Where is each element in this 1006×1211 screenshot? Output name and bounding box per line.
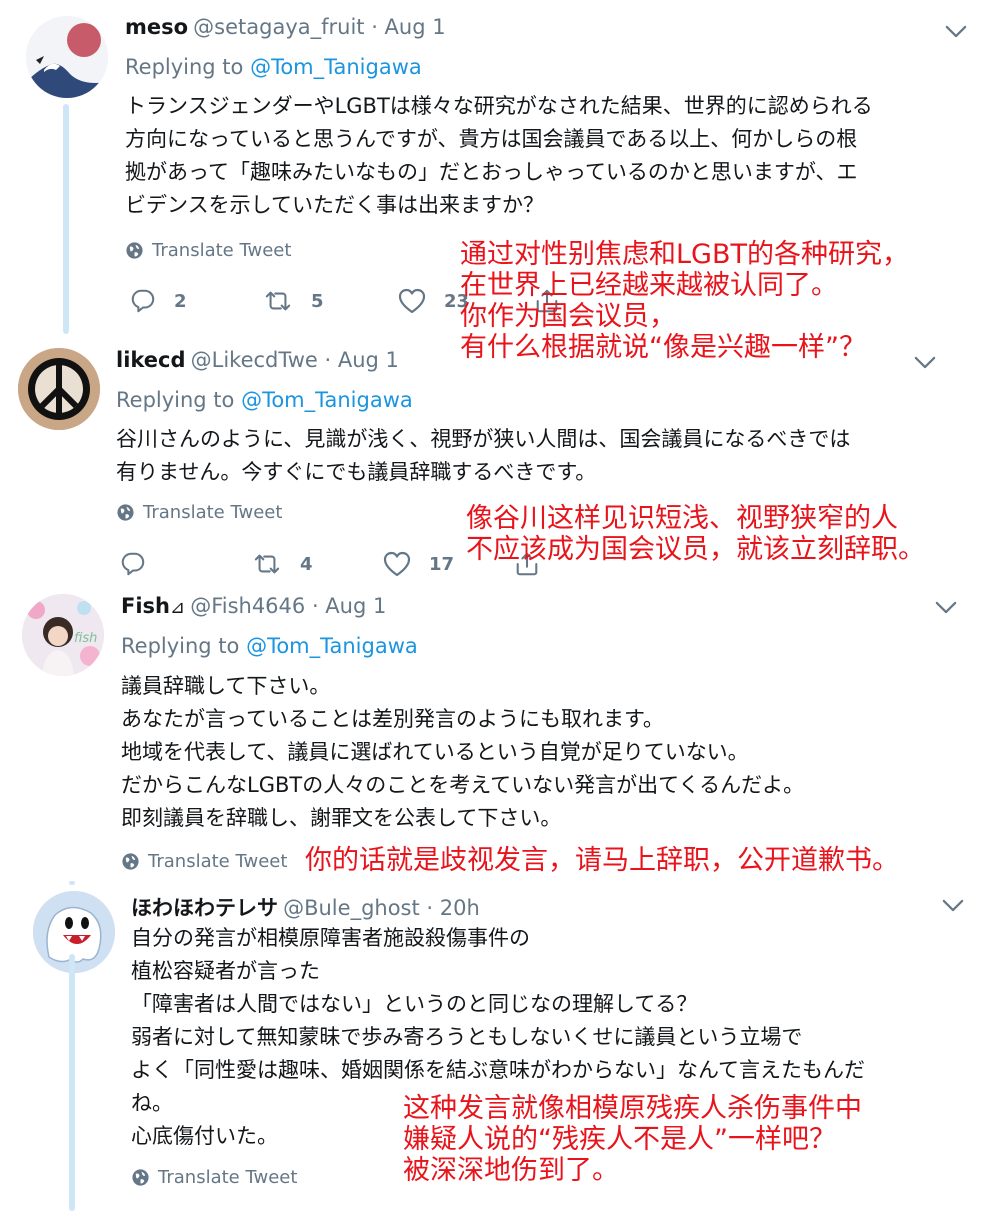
name-emoji: ⊿ [170, 597, 186, 618]
replying-to: Replying to @Tom_Tanigawa [125, 55, 422, 79]
thread-line [69, 954, 75, 1211]
retweet-count: 5 [311, 290, 324, 312]
reply-count: 2 [174, 290, 187, 312]
tweet-line: 拠があって「趣味みたいなもの」だとおっしゃっているのかと思いますが、エ [125, 160, 858, 184]
retweet-button[interactable]: 4 [252, 551, 313, 577]
annotation-line: 被深深地伤到了。 [403, 1155, 619, 1186]
tweet-line: 「障害者は人間ではない」というのと同じなの理解してる？ [131, 992, 698, 1016]
translate-tweet-link[interactable]: Translate Tweet [131, 1167, 297, 1188]
globe-icon [121, 852, 140, 871]
reply-icon [130, 288, 156, 314]
avatar[interactable]: fish [22, 594, 104, 676]
mention-link[interactable]: @Tom_Tanigawa [246, 634, 418, 658]
translation-annotation: 像谷川这样见识短浅、视野狭窄的人 不应该成为国会议员，就该立刻辞职。 [466, 503, 925, 565]
annotation-line: 在世界上已经越来越被认同了。 [460, 270, 838, 301]
tweet-line: 弱者に対して無知蒙昧で歩み寄ろうともしないくせに議員という立場で [131, 1025, 803, 1049]
translate-tweet-link[interactable]: Translate Tweet [121, 851, 287, 872]
translate-label: Translate Tweet [152, 240, 292, 261]
handle-and-time[interactable]: @LikecdTwe · Aug 1 [191, 348, 399, 372]
annotation-line: 像谷川这样见识短浅、视野狭窄的人 [466, 503, 898, 534]
globe-icon [125, 241, 144, 260]
display-name[interactable]: meso [125, 15, 188, 39]
avatar[interactable] [26, 16, 108, 98]
replying-label: Replying to [116, 388, 242, 412]
avatar-photo: fish [22, 594, 104, 676]
avatar-label: fish [74, 631, 97, 646]
globe-icon [131, 1168, 150, 1187]
replying-to: Replying to @Tom_Tanigawa [116, 388, 413, 412]
chevron-down-icon[interactable] [935, 601, 957, 614]
tweet-line: 即刻議員を辞職し、謝罪文を公表して下さい。 [121, 806, 562, 830]
reply-icon [120, 551, 146, 577]
translation-annotation: 你的话就是歧视发言，请马上辞职，公开道歉书。 [305, 845, 899, 876]
like-count: 17 [429, 553, 455, 575]
translate-label: Translate Tweet [148, 851, 288, 872]
tweet-line: トランスジェンダーやLGBTは様々な研究がなされた結果、世界的に認められる [125, 94, 873, 118]
handle-and-time[interactable]: @Bule_ghost · 20h [283, 896, 480, 920]
tweet-line: だからこんなLGBTの人々のことを考えていない発言が出てくるんだよ。 [121, 773, 805, 797]
tweet-text: 議員辞職して下さい。 あなたが言っていることは差別発言のようにも取れます。 地域… [121, 670, 804, 835]
annotation-line: 你作为国会议员， [460, 301, 676, 332]
mention-link[interactable]: @Tom_Tanigawa [241, 388, 413, 412]
avatar-peace-symbol [18, 348, 100, 430]
tweet-line: 有りません。今すぐにでも議員辞職するべきです。 [116, 460, 597, 484]
tweet-line: よく「同性愛は趣味、婚姻関係を結ぶ意味がわからない」なんて言えたもんだ [131, 1058, 865, 1082]
annotation-line: 你的话就是歧视发言，请马上辞职，公开道歉书。 [305, 845, 899, 876]
retweet-count: 4 [300, 553, 313, 575]
like-icon [383, 551, 411, 577]
translation-annotation: 这种发言就像相模原残疾人杀伤事件中 嫌疑人说的“残疾人不是人”一样吧？ 被深深地… [403, 1093, 862, 1186]
tweet-header: ほわほわテレサ @Bule_ghost · 20h [131, 892, 480, 922]
handle-and-time[interactable]: @setagaya_fruit · Aug 1 [193, 15, 445, 39]
tweet-line: 方向になっていると思うんですが、貴方は国会議員である以上、何かしらの根 [125, 127, 858, 151]
annotation-line: 有什么根据就说“像是兴趣一样”？ [460, 332, 866, 363]
thread-line [63, 104, 69, 334]
like-icon [398, 288, 426, 314]
annotation-line: 不应该成为国会议员，就该立刻辞职。 [466, 534, 925, 565]
avatar-illustration [26, 16, 108, 98]
translate-label: Translate Tweet [143, 502, 283, 523]
tweet-header: Fish⊿ @Fish4646 · Aug 1 [121, 594, 386, 618]
annotation-line: 这种发言就像相模原残疾人杀伤事件中 [403, 1093, 862, 1124]
retweet-button[interactable]: 5 [263, 288, 324, 314]
avatar[interactable] [18, 348, 100, 430]
tweet-line: あなたが言っていることは差別発言のようにも取れます。 [121, 707, 664, 731]
tweet-text: トランスジェンダーやLGBTは様々な研究がなされた結果、世界的に認められる 方向… [125, 90, 873, 222]
tweet-line: 植松容疑者が言った [131, 959, 320, 983]
replying-to: Replying to @Tom_Tanigawa [121, 634, 418, 658]
reply-button[interactable]: 2 [130, 288, 187, 314]
translate-label: Translate Tweet [158, 1167, 298, 1188]
annotation-line: 通过对性别焦虑和LGBT的各种研究， [460, 239, 909, 270]
translation-annotation: 通过对性别焦虑和LGBT的各种研究， 在世界上已经越来越被认同了。 你作为国会议… [460, 239, 909, 363]
display-name-text: Fish [121, 594, 170, 618]
handle-and-time[interactable]: @Fish4646 · Aug 1 [190, 594, 386, 618]
translate-tweet-link[interactable]: Translate Tweet [116, 502, 282, 523]
like-button[interactable]: 23 [398, 288, 469, 314]
like-button[interactable]: 17 [383, 551, 454, 577]
replying-label: Replying to [125, 55, 251, 79]
tweet-line: 議員辞職して下さい。 [121, 674, 331, 698]
globe-icon [116, 503, 135, 522]
tweet-text: 谷川さんのように、見識が浅く、視野が狭い人間は、国会議員になるべきでは 有りませ… [116, 423, 850, 489]
tweet-header: likecd @LikecdTwe · Aug 1 [116, 348, 399, 372]
annotation-line: 嫌疑人说的“残疾人不是人”一样吧？ [403, 1124, 836, 1155]
display-name[interactable]: Fish⊿ [121, 594, 185, 618]
retweet-icon [263, 288, 293, 314]
thread-line-top [69, 881, 75, 885]
retweet-icon [252, 551, 282, 577]
display-name[interactable]: likecd [116, 348, 186, 372]
replying-label: Replying to [121, 634, 247, 658]
chevron-down-icon[interactable] [945, 25, 967, 38]
chevron-down-icon[interactable] [942, 899, 964, 912]
tweet-header: meso @setagaya_fruit · Aug 1 [125, 15, 446, 39]
tweet-line: 自分の発言が相模原障害者施設殺傷事件の [131, 926, 530, 950]
mention-link[interactable]: @Tom_Tanigawa [250, 55, 422, 79]
display-name[interactable]: ほわほわテレサ [131, 896, 278, 920]
chevron-down-icon[interactable] [914, 356, 936, 369]
tweet-line: 谷川さんのように、見識が浅く、視野が狭い人間は、国会議員になるべきでは [116, 427, 851, 451]
tweet-line: ビデンスを示していただく事は出来ますか？ [125, 193, 544, 217]
translate-tweet-link[interactable]: Translate Tweet [125, 240, 291, 261]
tweet-line: 地域を代表して、議員に選ばれているという自覚が足りていない。 [121, 740, 749, 764]
reply-button[interactable] [120, 551, 164, 577]
